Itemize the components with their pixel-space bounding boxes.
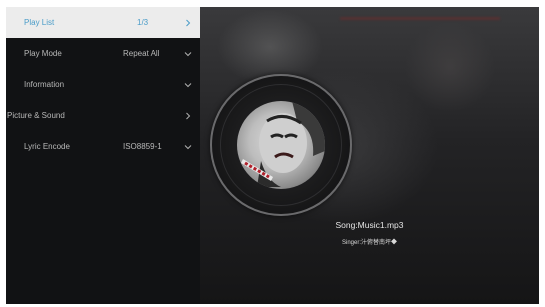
menu-item-label: Information (24, 80, 65, 89)
chevron-down-icon (183, 49, 193, 59)
menu-item-picture-sound[interactable]: Picture & Sound (6, 100, 200, 131)
menu-item-label: Picture & Sound (7, 111, 65, 120)
menu-item-play-list[interactable]: Play List 1/3 (6, 7, 200, 38)
background-streak (340, 17, 500, 20)
media-player-screen: Play List 1/3 Play Mode Repeat All Infor… (6, 7, 539, 304)
menu-item-label: Lyric Encode (24, 142, 70, 151)
menu-item-value: Repeat All (123, 49, 160, 58)
album-disc (210, 74, 352, 216)
menu-item-information[interactable]: Information (6, 69, 200, 100)
song-title: Song:Music1.mp3 (335, 220, 404, 230)
chevron-right-icon (183, 18, 193, 28)
menu-item-label: Play List (24, 18, 55, 27)
menu-item-label: Play Mode (24, 49, 62, 58)
menu-item-play-mode[interactable]: Play Mode Repeat All (6, 38, 200, 69)
chevron-down-icon (183, 142, 193, 152)
menu-item-value: ISO8859-1 (123, 142, 162, 151)
menu-item-value: 1/3 (137, 18, 149, 27)
chevron-right-icon (183, 111, 193, 121)
chevron-down-icon (183, 80, 193, 90)
options-sidebar: Play List 1/3 Play Mode Repeat All Infor… (6, 7, 200, 304)
singer-name: Singer:汁俯替南坪◆ (341, 240, 397, 246)
album-art (237, 101, 325, 189)
menu-item-lyric-encode[interactable]: Lyric Encode ISO8859-1 (6, 131, 200, 162)
